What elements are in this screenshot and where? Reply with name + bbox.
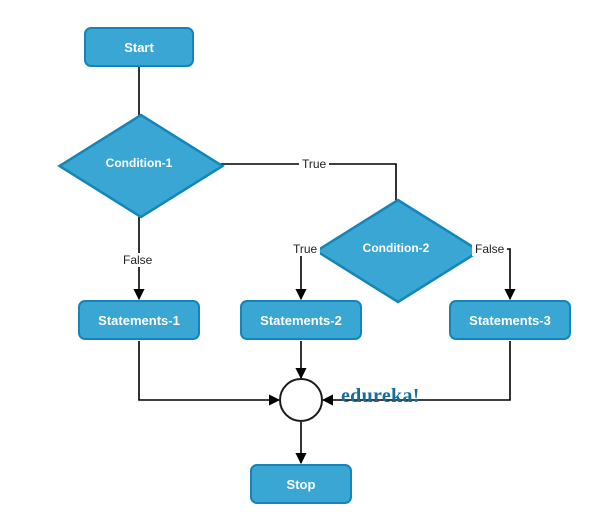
flowchart-edges <box>0 0 615 523</box>
statements-1-label: Statements-1 <box>98 313 180 328</box>
start-label: Start <box>124 40 154 55</box>
edge-label-cond2-true: True <box>290 242 320 256</box>
condition-1-label: Condition-1 <box>83 156 195 170</box>
edge-label-cond1-false: False <box>120 253 155 267</box>
merge-connector <box>279 378 323 422</box>
statements-1-node: Statements-1 <box>78 300 200 340</box>
statements-2-node: Statements-2 <box>240 300 362 340</box>
stop-node: Stop <box>250 464 352 504</box>
statements-2-label: Statements-2 <box>260 313 342 328</box>
condition-2-label: Condition-2 <box>340 241 452 255</box>
brand-label: edureka! <box>341 385 420 408</box>
start-node: Start <box>84 27 194 67</box>
edge-label-cond1-true: True <box>299 157 329 171</box>
stop-label: Stop <box>287 477 316 492</box>
statements-3-node: Statements-3 <box>449 300 571 340</box>
edge-label-cond2-false: False <box>472 242 507 256</box>
statements-3-label: Statements-3 <box>469 313 551 328</box>
